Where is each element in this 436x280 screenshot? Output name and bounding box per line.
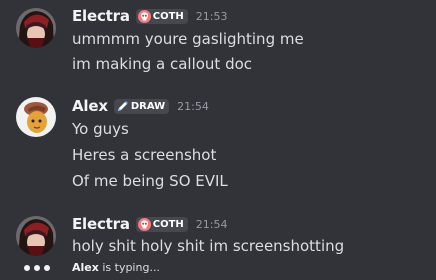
message-text: ummmm youre gaslighting me bbox=[72, 30, 304, 48]
typing-dot bbox=[44, 265, 50, 271]
typing-dot bbox=[34, 265, 40, 271]
message-text: holy shit holy shit im screenshotting bbox=[72, 237, 345, 255]
guild-tag-label: DRAW bbox=[130, 100, 166, 112]
typing-dots-icon bbox=[24, 265, 50, 271]
chat-area: Electra COTH 21:53 ummmm youre gaslighti… bbox=[0, 0, 436, 280]
typing-username: Alex bbox=[72, 261, 99, 274]
typing-indicator: Alex is typing... bbox=[0, 258, 436, 280]
guild-tag-label: COTH bbox=[152, 10, 184, 22]
guild-tag[interactable]: DRAW bbox=[113, 98, 170, 114]
guild-tag[interactable]: COTH bbox=[135, 8, 188, 24]
message-header: Electra COTH 21:54 bbox=[72, 214, 227, 234]
message-header: Electra COTH 21:53 bbox=[72, 6, 227, 26]
message-header: Alex DRAW 21:54 bbox=[72, 96, 209, 116]
timestamp[interactable]: 21:54 bbox=[177, 100, 209, 113]
username[interactable]: Electra bbox=[72, 215, 130, 233]
skull-icon bbox=[137, 217, 151, 231]
pencil-icon bbox=[116, 100, 129, 113]
guild-tag-label: COTH bbox=[152, 218, 184, 230]
skull-icon bbox=[137, 9, 151, 23]
message-text: Of me being SO EVIL bbox=[72, 172, 228, 190]
timestamp[interactable]: 21:53 bbox=[196, 10, 228, 23]
avatar[interactable] bbox=[16, 216, 56, 256]
typing-dot bbox=[24, 265, 30, 271]
timestamp[interactable]: 21:54 bbox=[196, 218, 228, 231]
username[interactable]: Alex bbox=[72, 97, 108, 115]
username[interactable]: Electra bbox=[72, 7, 130, 25]
typing-text: Alex is typing... bbox=[72, 261, 160, 274]
avatar[interactable] bbox=[16, 8, 56, 48]
message-text: Heres a screenshot bbox=[72, 146, 217, 164]
message-text: Yo guys bbox=[72, 120, 129, 138]
message-text: im making a callout doc bbox=[72, 55, 253, 73]
guild-tag[interactable]: COTH bbox=[135, 216, 188, 232]
typing-label: is typing... bbox=[102, 261, 160, 274]
avatar[interactable] bbox=[16, 97, 56, 137]
